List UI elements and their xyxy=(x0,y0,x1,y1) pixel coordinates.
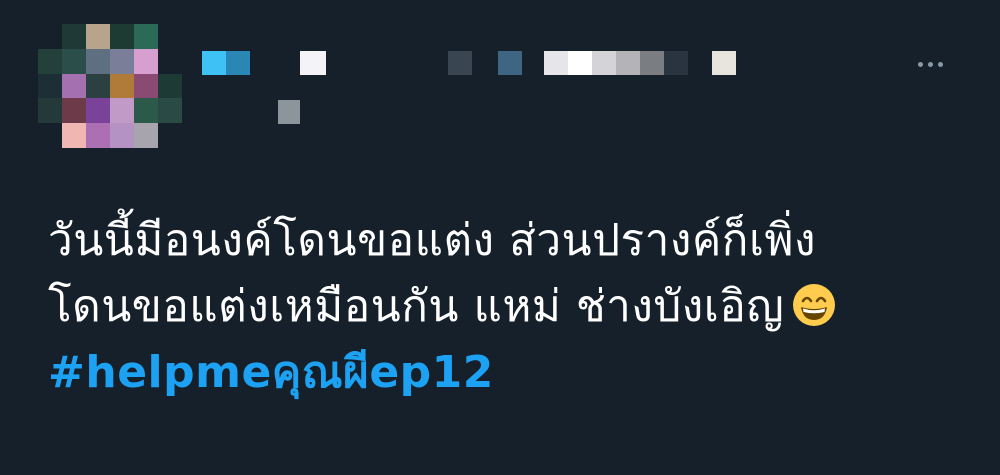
tweet-text: วันนี้มีอนงค์โดนขอแต่ง ส่วนปรางค์ก็เพิ่ง… xyxy=(48,208,948,406)
hashtag-link[interactable]: #helpmeคุณผีep12 xyxy=(48,347,494,398)
author-name-obscured[interactable] xyxy=(202,51,742,75)
more-options-button[interactable] xyxy=(910,52,950,76)
avatar[interactable] xyxy=(38,24,182,148)
tweet-text-line-2: โดนขอแต่งเหมือนกัน แหม่ ช่างบังเอิญ xyxy=(48,274,948,340)
tweet-text-line-1: วันนี้มีอนงค์โดนขอแต่ง ส่วนปรางค์ก็เพิ่ง xyxy=(48,215,816,266)
tweet-text-line-2-content: โดนขอแต่งเหมือนกัน แหม่ ช่างบังเอิญ xyxy=(48,281,785,332)
author-handle-obscured[interactable] xyxy=(202,100,312,124)
tweet-card: วันนี้มีอนงค์โดนขอแต่ง ส่วนปรางค์ก็เพิ่ง… xyxy=(0,0,1000,475)
grinning-face-emoji-icon xyxy=(793,284,836,326)
more-horizontal-icon xyxy=(917,61,923,67)
